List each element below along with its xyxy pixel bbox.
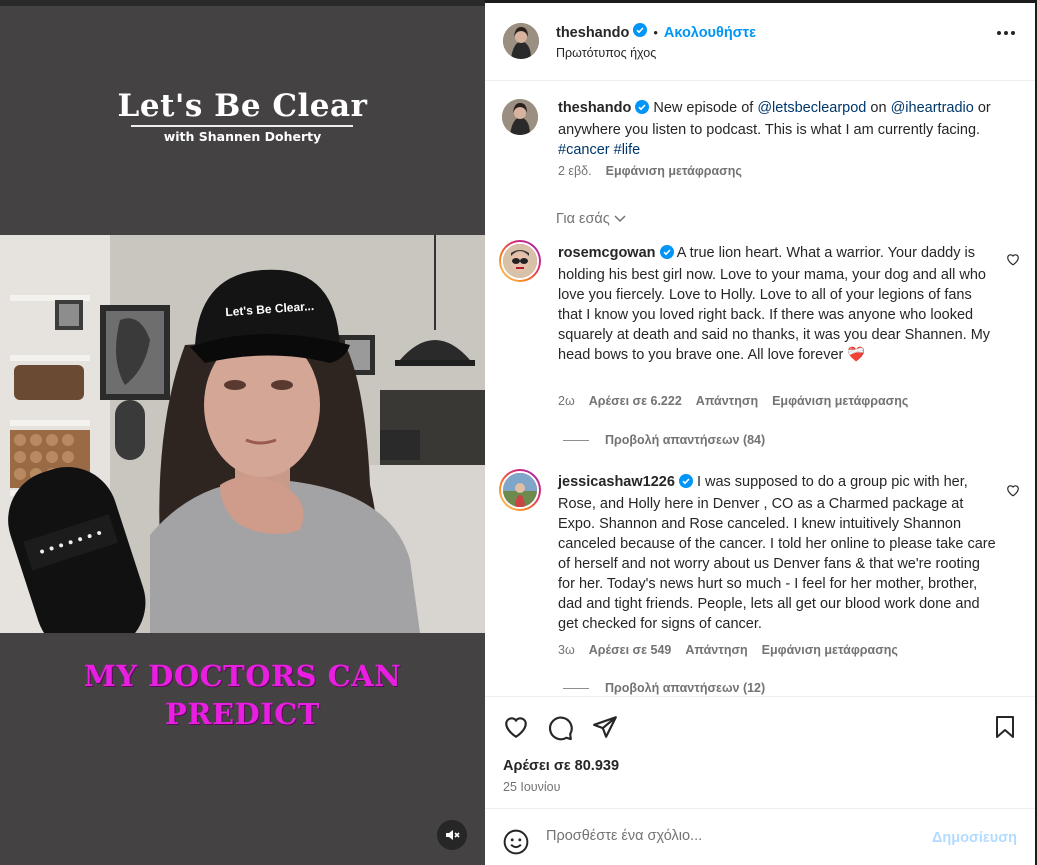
reply-button[interactable]: Απάντηση (696, 394, 758, 408)
video-caption: MY DOCTORS CAN PREDICT (0, 657, 485, 733)
comment-like-button[interactable] (1006, 253, 1020, 271)
verified-badge-icon (635, 100, 650, 120)
post-comment-button[interactable]: Δημοσίευση (932, 830, 1017, 846)
view-replies-button[interactable]: Προβολή απαντήσεων (12) (563, 681, 765, 695)
verified-badge-icon (678, 474, 693, 494)
commenter-avatar[interactable] (499, 240, 541, 282)
caption-age[interactable]: 2 εβδ. (558, 164, 592, 178)
caption-text: theshando New episode of @letsbeclearpod… (558, 98, 1003, 160)
header-line: theshando • Ακολουθήστε (556, 23, 756, 42)
follow-button[interactable]: Ακολουθήστε (664, 25, 756, 41)
comment-bubble-icon (549, 716, 573, 741)
smiley-icon (503, 829, 529, 855)
video-frame: Let's Be Clear... (0, 235, 485, 633)
replies-dash (563, 439, 589, 441)
more-dot (1004, 31, 1008, 35)
like-button[interactable] (503, 715, 529, 744)
podcast-logo-subtitle: with Shannen Doherty (163, 129, 322, 144)
header-username[interactable]: theshando (556, 25, 629, 41)
more-dot (997, 31, 1001, 35)
podcast-logo-title: Let's Be Clear (117, 88, 368, 124)
comment-text: A true lion heart. What a warrior. Your … (558, 245, 991, 363)
comment-text: I was supposed to do a group pic with he… (558, 474, 996, 632)
comment-username[interactable]: rosemcgowan (558, 245, 656, 261)
paper-plane-icon (593, 716, 617, 738)
chevron-down-icon (614, 215, 626, 223)
comment-likes[interactable]: Αρέσει σε 549 (589, 643, 672, 657)
commenter-avatar[interactable] (499, 469, 541, 511)
mention-letsbeclearpod[interactable]: @letsbeclearpod (757, 100, 866, 116)
verified-badge-icon (633, 23, 648, 42)
comment-like-button[interactable] (1006, 484, 1020, 502)
heart-outline-icon (1007, 485, 1019, 497)
view-replies-label: Προβολή απαντήσεων (84) (605, 433, 766, 447)
heart-outline-icon (1007, 254, 1019, 266)
audio-label[interactable]: Πρωτότυπος ήχος (556, 46, 656, 60)
video-player[interactable]: Let's Be Clear with Shannen Doherty Let'… (0, 0, 485, 865)
caption-text-2: on (870, 100, 887, 116)
action-bar (485, 696, 1035, 808)
mention-iheartradio[interactable]: @iheartradio (891, 100, 974, 116)
comment-input[interactable] (546, 828, 916, 844)
comment-meta: 3ω Αρέσει σε 549 Απάντηση Εμφάνιση μετάφ… (558, 643, 898, 657)
save-button[interactable] (994, 715, 1016, 744)
reply-button[interactable]: Απάντηση (685, 643, 747, 657)
comment-body: rosemcgowan A true lion heart. What a wa… (558, 243, 998, 365)
add-comment-bar: Δημοσίευση (485, 808, 1035, 865)
mending-heart-emoji: ❤️‍🩹 (847, 347, 866, 363)
post-panel: theshando • Ακολουθήστε Πρωτότυπος ήχος … (485, 3, 1035, 865)
instagram-post-view: Let's Be Clear with Shannen Doherty Let'… (0, 0, 1037, 865)
author-avatar[interactable] (502, 99, 538, 135)
comment-likes[interactable]: Αρέσει σε 6.222 (589, 394, 682, 408)
bookmark-icon (996, 716, 1014, 738)
caption-text-1: New episode of (653, 100, 754, 116)
hashtag-life[interactable]: #life (614, 142, 641, 158)
caption-line-2: PREDICT (165, 697, 320, 731)
post-header: theshando • Ακολουθήστε Πρωτότυπος ήχος (485, 3, 1035, 81)
post-date[interactable]: 25 Ιουνίου (503, 780, 560, 794)
author-avatar[interactable] (503, 23, 539, 59)
share-button[interactable] (592, 715, 618, 744)
more-options-button[interactable] (997, 31, 1015, 35)
speaker-muted-icon (446, 830, 460, 840)
caption-meta: 2 εβδ. Εμφάνιση μετάφρασης (558, 164, 742, 178)
comments-scroll-area[interactable]: theshando New episode of @letsbeclearpod… (485, 82, 1035, 696)
more-dot (1011, 31, 1015, 35)
comment-translate-button[interactable]: Εμφάνιση μετάφρασης (772, 394, 908, 408)
like-count[interactable]: Αρέσει σε 80.939 (503, 758, 619, 774)
for-you-filter[interactable]: Για εσάς (556, 211, 626, 227)
view-replies-button[interactable]: Προβολή απαντήσεων (84) (563, 433, 765, 447)
comment-age[interactable]: 2ω (558, 394, 575, 408)
view-replies-label: Προβολή απαντήσεων (12) (605, 681, 766, 695)
comment-body: jessicashaw1226 I was supposed to do a g… (558, 472, 998, 634)
logo-underline (131, 125, 353, 127)
header-separator: • (653, 25, 658, 40)
comment-username[interactable]: jessicashaw1226 (558, 474, 675, 490)
video-scene: Let's Be Clear... (0, 235, 485, 633)
comment-translate-button[interactable]: Εμφάνιση μετάφρασης (762, 643, 898, 657)
hashtag-cancer[interactable]: #cancer (558, 142, 610, 158)
caption-line-1: MY DOCTORS CAN (83, 659, 402, 693)
heart-icon (505, 717, 527, 739)
verified-badge-icon (659, 245, 674, 265)
mute-button[interactable] (437, 820, 467, 850)
comment-age[interactable]: 3ω (558, 643, 575, 657)
for-you-label: Για εσάς (556, 211, 610, 227)
replies-dash (563, 687, 589, 689)
comment-button[interactable] (548, 715, 574, 746)
comment-meta: 2ω Αρέσει σε 6.222 Απάντηση Εμφάνιση μετ… (558, 394, 908, 408)
top-strip (0, 0, 485, 6)
emoji-button[interactable] (503, 829, 529, 860)
caption-translate-button[interactable]: Εμφάνιση μετάφρασης (606, 164, 742, 178)
caption-username[interactable]: theshando (558, 100, 631, 116)
